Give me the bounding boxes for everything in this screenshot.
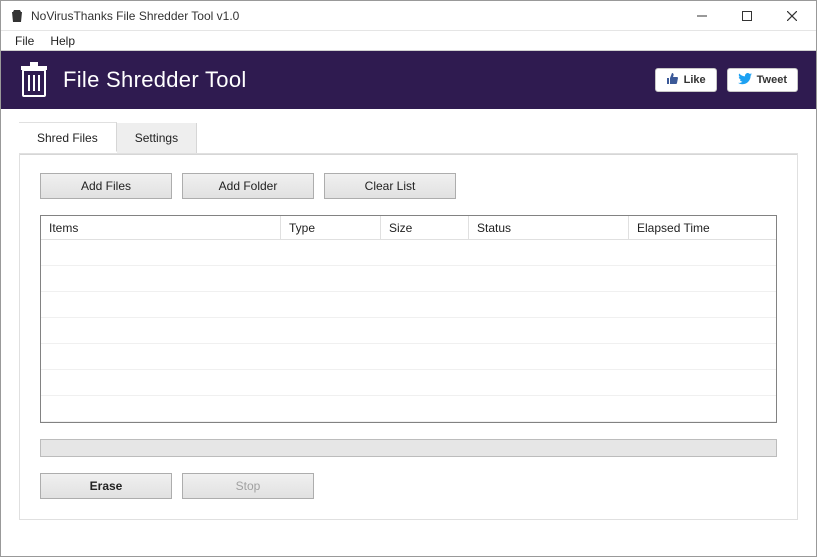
banner-title: File Shredder Tool <box>63 67 645 93</box>
panel: Add Files Add Folder Clear List Items Ty… <box>19 153 798 520</box>
erase-button[interactable]: Erase <box>40 473 172 499</box>
table-row <box>41 318 776 344</box>
col-status[interactable]: Status <box>469 216 629 240</box>
menu-file[interactable]: File <box>7 33 42 49</box>
window-controls <box>679 1 814 30</box>
col-elapsed[interactable]: Elapsed Time <box>629 216 776 240</box>
progress-bar <box>40 439 777 457</box>
twitter-icon <box>738 73 752 88</box>
table-row <box>41 240 776 266</box>
action-row: Erase Stop <box>40 473 777 499</box>
toolbar: Add Files Add Folder Clear List <box>40 173 777 199</box>
menubar: File Help <box>1 31 816 51</box>
table-row <box>41 344 776 370</box>
table-row <box>41 370 776 396</box>
banner: File Shredder Tool Like Tweet <box>1 51 816 109</box>
titlebar: NoVirusThanks File Shredder Tool v1.0 <box>1 1 816 31</box>
file-table[interactable]: Items Type Size Status Elapsed Time <box>40 215 777 423</box>
tabs: Shred Files Settings <box>19 123 798 153</box>
like-label: Like <box>684 74 706 86</box>
tweet-label: Tweet <box>757 74 787 86</box>
trash-icon <box>9 8 25 24</box>
tab-settings[interactable]: Settings <box>117 123 197 153</box>
content: Shred Files Settings Add Files Add Folde… <box>1 109 816 538</box>
table-row <box>41 266 776 292</box>
like-button[interactable]: Like <box>655 68 717 92</box>
menu-help[interactable]: Help <box>42 33 83 49</box>
add-folder-button[interactable]: Add Folder <box>182 173 314 199</box>
table-row <box>41 396 776 422</box>
table-body <box>41 240 776 420</box>
clear-list-button[interactable]: Clear List <box>324 173 456 199</box>
maximize-button[interactable] <box>724 1 769 30</box>
tab-shred-files[interactable]: Shred Files <box>19 122 117 152</box>
tweet-button[interactable]: Tweet <box>727 68 798 92</box>
thumbs-up-icon <box>666 72 679 88</box>
table-header: Items Type Size Status Elapsed Time <box>41 216 776 240</box>
stop-button[interactable]: Stop <box>182 473 314 499</box>
close-button[interactable] <box>769 1 814 30</box>
col-size[interactable]: Size <box>381 216 469 240</box>
tab-content: Add Files Add Folder Clear List Items Ty… <box>20 154 797 519</box>
trash-icon <box>19 62 49 98</box>
table-row <box>41 292 776 318</box>
window-title: NoVirusThanks File Shredder Tool v1.0 <box>31 9 679 23</box>
minimize-button[interactable] <box>679 1 724 30</box>
col-type[interactable]: Type <box>281 216 381 240</box>
add-files-button[interactable]: Add Files <box>40 173 172 199</box>
col-items[interactable]: Items <box>41 216 281 240</box>
